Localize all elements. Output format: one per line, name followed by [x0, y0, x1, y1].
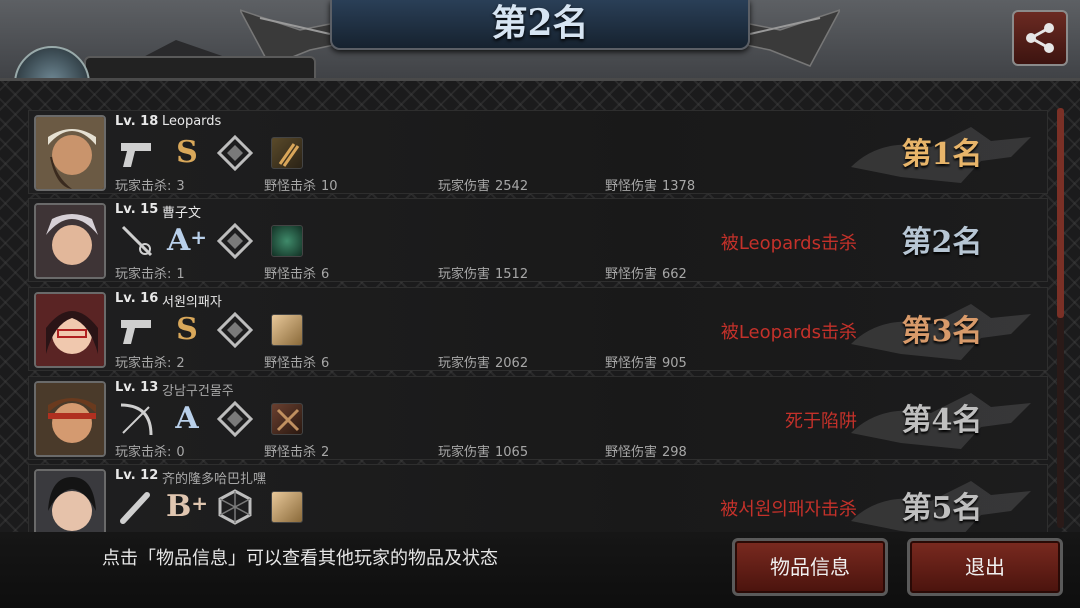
monster-damage-stat: 野怪伤害 1378 — [605, 179, 696, 194]
rank-label: 第4名 — [901, 403, 983, 438]
monster-kills-stat: 野怪击杀 2 — [264, 445, 330, 460]
item-crossed-icon[interactable] — [267, 399, 307, 439]
player-name: Leopards — [162, 114, 222, 129]
player-name: 齐的隆多哈巴扎嘿 — [162, 472, 267, 487]
item-green-icon[interactable] — [267, 221, 307, 261]
item-bullets-icon[interactable] — [267, 133, 307, 173]
item-info-button[interactable]: 物品信息 — [732, 538, 888, 596]
player-damage-stat: 玩家伤害 2542 — [438, 179, 529, 194]
pistol-icon — [117, 133, 157, 173]
monster-kills-stat: 野怪击杀 6 — [264, 267, 330, 282]
player-row[interactable]: Lv. 18 Leopards S 玩家击杀: 3 野怪击杀 10 玩家伤害 2542… — [28, 110, 1048, 194]
monster-damage-stat: 野怪伤害 298 — [605, 445, 687, 460]
monster-damage-stat: 野怪伤害 662 — [605, 267, 687, 282]
monster-kills-stat: 野怪击杀 10 — [264, 179, 338, 194]
player-row[interactable]: Lv. 15 曹子文 A + 玩家击杀: 1 野怪击杀 6 玩家伤害 1512 野怪伤害… — [28, 198, 1048, 282]
player-kills-stat: 玩家击杀: 0 — [115, 445, 185, 460]
death-status: 死于陷阱 — [785, 411, 857, 432]
player-row[interactable]: Lv. 16 서원의패자 S 玩家击杀: 2 野怪击杀 6 玩家伤害 2062 野怪伤… — [28, 287, 1048, 371]
avatar — [34, 469, 106, 533]
rank-label: 第3名 — [901, 314, 983, 349]
avatar — [34, 381, 106, 457]
pistol-icon — [117, 310, 157, 350]
player-damage-stat: 玩家伤害 1512 — [438, 267, 529, 282]
diamond-emblem-icon — [215, 221, 255, 261]
monster-damage-stat: 野怪伤害 905 — [605, 356, 687, 371]
share-icon — [1026, 23, 1054, 53]
player-level: Lv. 13 — [115, 380, 159, 395]
hint-text: 点击「物品信息」可以查看其他玩家的物品及状态 — [102, 548, 498, 569]
player-level: Lv. 16 — [115, 291, 159, 306]
grade-badge: S — [176, 312, 198, 347]
player-level: Lv. 18 — [115, 114, 159, 129]
scrollbar-thumb[interactable] — [1057, 108, 1064, 318]
rank-label: 第1名 — [901, 137, 983, 172]
page-title: 第2名 — [491, 2, 589, 44]
player-damage-stat: 玩家伤害 2062 — [438, 356, 529, 371]
share-button[interactable] — [1012, 10, 1068, 66]
diamond-emblem-icon — [215, 133, 255, 173]
diamond-emblem-icon — [215, 399, 255, 439]
grade-badge: B + — [165, 489, 209, 524]
rapier-icon — [117, 221, 157, 261]
item-bandage-icon[interactable] — [267, 487, 307, 527]
player-level: Lv. 12 — [115, 468, 159, 483]
player-kills-stat: 玩家击杀: 1 — [115, 267, 185, 282]
bat-icon — [117, 487, 157, 527]
player-name: 서원의패자 — [162, 295, 222, 310]
player-kills-stat: 玩家击杀: 2 — [115, 356, 185, 371]
player-name: 강남구건물주 — [162, 384, 234, 399]
rank-label: 第2名 — [901, 225, 983, 260]
grade-badge: A — [175, 401, 199, 436]
diamond-emblem-icon — [215, 310, 255, 350]
item-bandage-icon[interactable] — [267, 310, 307, 350]
player-kills-stat: 玩家击杀: 3 — [115, 179, 185, 194]
grade-badge: S — [176, 135, 198, 170]
hexagon-emblem-icon — [215, 487, 255, 527]
death-status: 被Leopards击杀 — [720, 233, 857, 254]
avatar — [34, 115, 106, 191]
player-damage-stat: 玩家伤害 1065 — [438, 445, 529, 460]
avatar — [34, 292, 106, 368]
monster-kills-stat: 野怪击杀 6 — [264, 356, 330, 371]
player-row[interactable]: Lv. 12 齐的隆多哈巴扎嘿 B + 被서원의패자击杀 第5名 — [28, 464, 1048, 534]
death-status: 被서원의패자击杀 — [720, 499, 857, 520]
player-level: Lv. 15 — [115, 202, 159, 217]
exit-button[interactable]: 退出 — [907, 538, 1063, 596]
rank-label: 第5名 — [901, 491, 983, 526]
crossbow-icon — [117, 399, 157, 439]
death-status: 被Leopards击杀 — [720, 322, 857, 343]
grade-badge: A + — [166, 223, 208, 258]
avatar — [34, 203, 106, 279]
player-row[interactable]: Lv. 13 강남구건물주 A 玩家击杀: 0 野怪击杀 2 玩家伤害 1065 野怪… — [28, 376, 1048, 460]
